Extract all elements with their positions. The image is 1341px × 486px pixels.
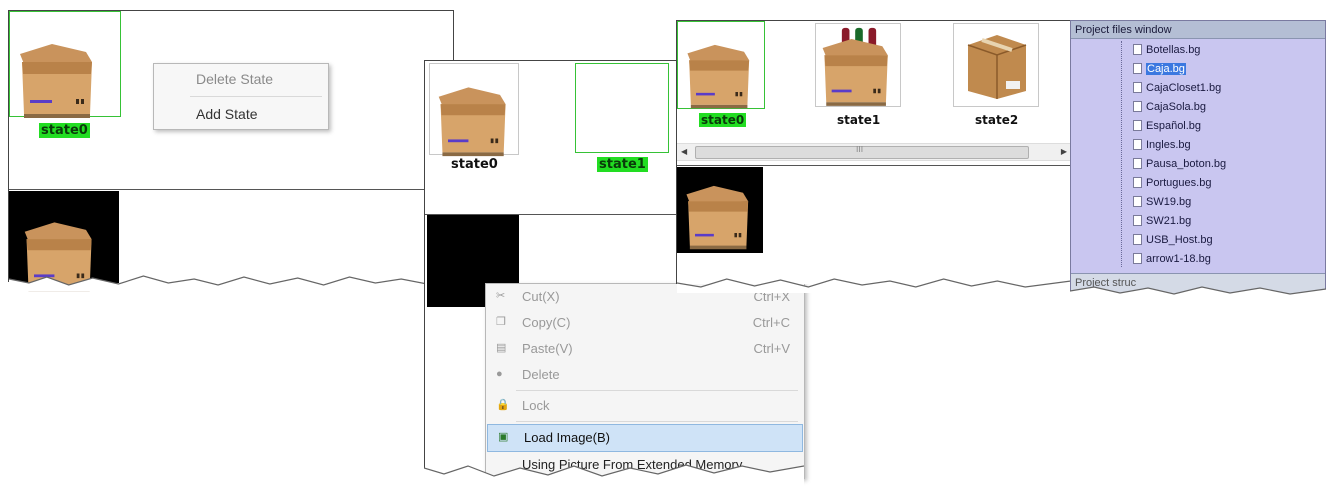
file-icon xyxy=(1133,120,1142,131)
state0-label: state0 xyxy=(451,157,498,172)
state0-thumbnail[interactable] xyxy=(677,21,765,109)
file-icon xyxy=(1133,63,1142,74)
file-item-selected[interactable]: Caja.bg xyxy=(1133,60,1226,79)
file-icon xyxy=(1133,82,1142,93)
delete-state-menu-item[interactable]: Delete State xyxy=(154,64,328,94)
file-item[interactable]: CajaCloset1.bg xyxy=(1133,79,1226,98)
state1-thumbnail[interactable] xyxy=(815,23,901,107)
project-file-tree: Botellas.bg Caja.bg CajaCloset1.bg CajaS… xyxy=(1133,41,1226,269)
divider xyxy=(9,189,455,190)
delete-icon: ● xyxy=(496,368,503,380)
tree-guide-line xyxy=(1121,41,1123,267)
copy-menu-item[interactable]: ❐ Copy(C) Ctrl+C xyxy=(486,310,804,336)
state2-label: state2 xyxy=(975,113,1019,127)
torn-edge xyxy=(677,278,1071,293)
add-state-menu-item[interactable]: Add State xyxy=(154,99,328,129)
scroll-thumb[interactable]: III xyxy=(695,145,1029,159)
preview-canvas xyxy=(9,191,119,292)
state0-label: state0 xyxy=(39,123,90,138)
file-item[interactable]: Español.bg xyxy=(1133,117,1226,136)
lock-icon: 🔒 xyxy=(496,399,510,411)
box-icon xyxy=(20,44,92,118)
file-icon xyxy=(1133,177,1142,188)
menu-separator xyxy=(190,96,322,97)
closed-box-icon xyxy=(967,35,1027,99)
state-editor-panel-2: state0 state1 ✂ Cut(X) Ctrl+X ❐ Copy(C) Ctrl… xyxy=(424,60,805,479)
state1-label: state1 xyxy=(837,113,881,127)
state1-label: state1 xyxy=(597,157,648,172)
preview-canvas xyxy=(677,167,763,253)
horizontal-scrollbar[interactable]: ◀ III ▶ xyxy=(677,143,1071,161)
torn-edge xyxy=(424,464,804,486)
file-icon xyxy=(1133,139,1142,150)
scroll-right-icon[interactable]: ▶ xyxy=(1061,144,1067,160)
file-item[interactable]: CajaSola.bg xyxy=(1133,98,1226,117)
file-icon xyxy=(1133,101,1142,112)
box-with-bottles-icon xyxy=(822,27,888,106)
state1-thumbnail[interactable] xyxy=(575,63,669,153)
project-files-window: Project files window Botellas.bg Caja.bg… xyxy=(1070,20,1326,299)
image-icon: ▣ xyxy=(498,431,509,443)
load-image-menu-item[interactable]: ▣ Load Image(B) xyxy=(487,424,803,452)
state-context-menu: Delete State Add State xyxy=(153,63,329,130)
state-editor-panel-1: state0 Delete State Add State xyxy=(8,10,455,292)
file-item[interactable]: SW21.bg xyxy=(1133,212,1226,231)
state0-thumbnail[interactable] xyxy=(429,63,519,157)
state-editor-panel-3: state0 state1 state2 ◀ III ▶ xyxy=(676,20,1072,293)
torn-edge xyxy=(1070,286,1326,299)
divider xyxy=(677,165,1071,166)
file-item[interactable]: USB_Host.bg xyxy=(1133,231,1226,250)
scroll-left-icon[interactable]: ◀ xyxy=(681,144,687,160)
file-icon xyxy=(1133,158,1142,169)
copy-icon: ❐ xyxy=(496,316,506,328)
file-icon xyxy=(1133,44,1142,55)
menu-separator xyxy=(516,421,798,422)
file-icon xyxy=(1133,215,1142,226)
file-icon xyxy=(1133,234,1142,245)
file-item[interactable]: Pausa_boton.bg xyxy=(1133,155,1226,174)
file-icon xyxy=(1133,253,1142,264)
file-item[interactable]: Botellas.bg xyxy=(1133,41,1226,60)
state2-thumbnail[interactable] xyxy=(953,23,1039,107)
state0-label: state0 xyxy=(699,113,747,127)
box-icon xyxy=(687,44,750,109)
menu-separator xyxy=(516,390,798,391)
file-item[interactable]: Portugues.bg xyxy=(1133,174,1226,193)
file-item[interactable]: SW19.bg xyxy=(1133,193,1226,212)
delete-menu-item[interactable]: ● Delete xyxy=(486,362,804,388)
scroll-grip: III xyxy=(856,145,864,154)
project-files-title: Project files window xyxy=(1071,21,1325,39)
torn-edge xyxy=(9,275,453,291)
paste-menu-item[interactable]: ▤ Paste(V) Ctrl+V xyxy=(486,336,804,362)
state0-thumbnail[interactable] xyxy=(9,11,121,118)
file-item[interactable]: arrow1-18.bg xyxy=(1133,250,1226,269)
paste-icon: ▤ xyxy=(496,342,507,354)
file-icon xyxy=(1133,196,1142,207)
file-item[interactable]: Ingles.bg xyxy=(1133,136,1226,155)
box-icon xyxy=(438,87,506,157)
scissors-icon: ✂ xyxy=(496,290,506,302)
edit-context-menu: ✂ Cut(X) Ctrl+X ❐ Copy(C) Ctrl+C ▤ Paste(V) Ct… xyxy=(485,283,805,479)
box-icon xyxy=(686,185,749,250)
lock-menu-item[interactable]: 🔒 Lock xyxy=(486,393,804,419)
